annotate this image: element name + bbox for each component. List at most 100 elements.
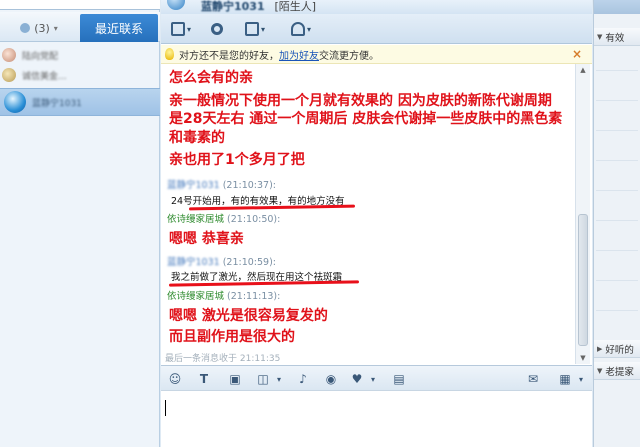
- emoji-icon[interactable]: ☺: [167, 371, 183, 387]
- avatar: [2, 68, 16, 82]
- message-line: 嗯嗯 恭喜亲: [169, 231, 244, 247]
- chat-window: 蓝静宁1031 [陌生人] ▾ ▾ ▾ 对方还不是您的好友， 加为好友 交流更方…: [161, 0, 592, 447]
- user-icon: [20, 23, 31, 33]
- message-line: 是28天左右 通过一个周期后 皮肤会代谢掉一些皮肤中的黑色素: [169, 111, 563, 127]
- divider: [596, 250, 638, 251]
- divider: [596, 130, 638, 131]
- message-time: (21:10:59):: [222, 257, 276, 268]
- lightbulb-icon: [165, 48, 174, 60]
- music-icon[interactable]: ♪: [295, 371, 311, 387]
- divider: [596, 160, 638, 161]
- remote-desktop-button[interactable]: ▾: [245, 20, 265, 38]
- chevron-down-icon: ▾: [261, 24, 266, 34]
- contact-item[interactable]: 陆向党配: [0, 44, 160, 66]
- screenshot-icon[interactable]: ◫: [255, 371, 271, 387]
- last-message-status: 最后一条消息收于 21:11:35: [165, 351, 280, 364]
- chevron-down-icon[interactable]: ▾: [271, 371, 287, 387]
- chat-header: 蓝静宁1031 [陌生人]: [161, 0, 592, 14]
- chevron-down-icon: ▼: [597, 32, 603, 41]
- monitor-icon: [245, 22, 259, 36]
- chevron-down-icon: ▼: [597, 366, 603, 375]
- message-time: (21:11:13):: [227, 291, 281, 302]
- last-message-time: 21:11:35: [239, 354, 281, 364]
- divider: [596, 190, 638, 191]
- avatar: [167, 0, 185, 10]
- message-list: 怎么会有的亲 亲一般情况下使用一个月就有效果的 因为皮肤的新陈代谢周期 是28天…: [161, 64, 575, 364]
- message-line: 而且副作用是很大的: [169, 329, 295, 345]
- add-user-icon: [211, 23, 223, 35]
- message-header: 蓝静宁1031 (21:10:37):: [167, 177, 276, 191]
- text-caret: [165, 400, 166, 416]
- history-icon[interactable]: ▦: [557, 371, 573, 387]
- calculator-icon[interactable]: ▤: [391, 371, 407, 387]
- message-line: 亲也用了1个多月了把: [169, 152, 305, 168]
- right-panel: ▼ 有效 ▶ 好听的 ▼ 老提家: [593, 0, 640, 447]
- right-section-label: 有效: [605, 32, 625, 44]
- stranger-notice-bar: 对方还不是您的好友， 加为好友 交流更方便。 ×: [161, 45, 592, 64]
- last-message-label: 最后一条消息收于: [165, 354, 238, 364]
- right-panel-header: [594, 0, 640, 14]
- chat-toolbar: ▾ ▾ ▾: [161, 14, 592, 44]
- chevron-down-icon: ▾: [307, 24, 312, 34]
- right-section[interactable]: ▼ 有效: [594, 28, 640, 46]
- contact-item[interactable]: 诚信美金...: [0, 64, 160, 86]
- contacts-sidebar: (3) ▾ 最近联系 陆向党配 诚信美金... 蓝静宁1031: [0, 0, 160, 447]
- gift-icon[interactable]: ♥: [349, 371, 365, 387]
- add-friend-link[interactable]: 加为好友: [279, 47, 319, 62]
- tab-recent-contacts[interactable]: 最近联系: [80, 14, 158, 42]
- contact-name: 诚信美金...: [22, 71, 67, 82]
- chevron-right-icon: ▶: [597, 344, 603, 353]
- sender-name: 蓝静宁1031: [167, 257, 220, 268]
- message-time: (21:10:50):: [227, 214, 281, 225]
- close-icon[interactable]: ×: [572, 47, 582, 61]
- sender-name: 依诗缦家居城: [167, 291, 225, 302]
- contact-name: 蓝静宁1031: [32, 98, 82, 109]
- sender-name: 依诗缦家居城: [167, 214, 225, 225]
- tab-contacts[interactable]: (3) ▾: [0, 14, 78, 42]
- contacts-count: (3): [34, 21, 50, 35]
- avatar: [2, 48, 16, 62]
- message-time: (21:10:37):: [222, 180, 276, 191]
- add-friend-button[interactable]: [211, 20, 223, 38]
- message-input[interactable]: [161, 392, 592, 447]
- file-transfer-button[interactable]: ▾: [171, 20, 191, 38]
- avatar: [4, 91, 26, 113]
- message-line: 亲一般情况下使用一个月就有效果的 因为皮肤的新陈代谢周期: [169, 93, 552, 109]
- search-box[interactable]: [0, 0, 160, 10]
- right-section-label: 老提家: [605, 366, 634, 378]
- scroll-up-icon[interactable]: ▲: [576, 64, 590, 76]
- message-scrollbar[interactable]: ▲ ▼: [575, 64, 590, 364]
- sidebar-tabs: (3) ▾ 最近联系: [0, 12, 160, 42]
- scroll-down-icon[interactable]: ▼: [576, 352, 590, 364]
- right-section[interactable]: ▶ 好听的: [594, 340, 640, 358]
- chevron-down-icon[interactable]: ▾: [365, 371, 381, 387]
- shake-icon[interactable]: ◉: [323, 371, 339, 387]
- scrollbar-thumb[interactable]: [578, 214, 588, 346]
- image-icon[interactable]: ▣: [227, 371, 243, 387]
- divider: [596, 70, 638, 71]
- message-header: 依诗缦家居城 (21:11:13):: [167, 288, 280, 302]
- font-icon[interactable]: T: [196, 371, 212, 387]
- message-header: 蓝静宁1031 (21:10:59):: [167, 254, 276, 268]
- notice-text-tail: 交流更方便。: [319, 50, 379, 62]
- message-line: 嗯嗯 激光是很容易复发的: [169, 308, 328, 324]
- message-line: 怎么会有的亲: [169, 70, 253, 86]
- file-icon: [171, 22, 185, 36]
- input-toolbar: ☺ T ▣ ◫ ▾ ♪ ◉ ♥ ▾ ▤ ✉ ▦ ▾: [161, 365, 592, 391]
- chevron-down-icon: ▾: [53, 23, 58, 33]
- divider: [596, 100, 638, 101]
- sender-name: 蓝静宁1031: [167, 180, 220, 191]
- message-line: 和毒素的: [169, 130, 225, 146]
- lock-button[interactable]: ▾: [291, 20, 311, 38]
- contact-item-selected[interactable]: 蓝静宁1031: [0, 88, 160, 116]
- chevron-down-icon: ▾: [187, 24, 192, 34]
- quick-reply-icon[interactable]: ✉: [525, 371, 541, 387]
- notice-text: 对方还不是您的好友，: [179, 50, 279, 62]
- chevron-down-icon[interactable]: ▾: [573, 371, 589, 387]
- divider: [596, 280, 638, 281]
- message-header: 依诗缦家居城 (21:10:50):: [167, 211, 280, 225]
- right-section[interactable]: ▼ 老提家: [594, 362, 640, 380]
- lock-icon: [291, 22, 305, 36]
- stranger-status: [陌生人]: [274, 0, 317, 13]
- divider: [596, 310, 638, 311]
